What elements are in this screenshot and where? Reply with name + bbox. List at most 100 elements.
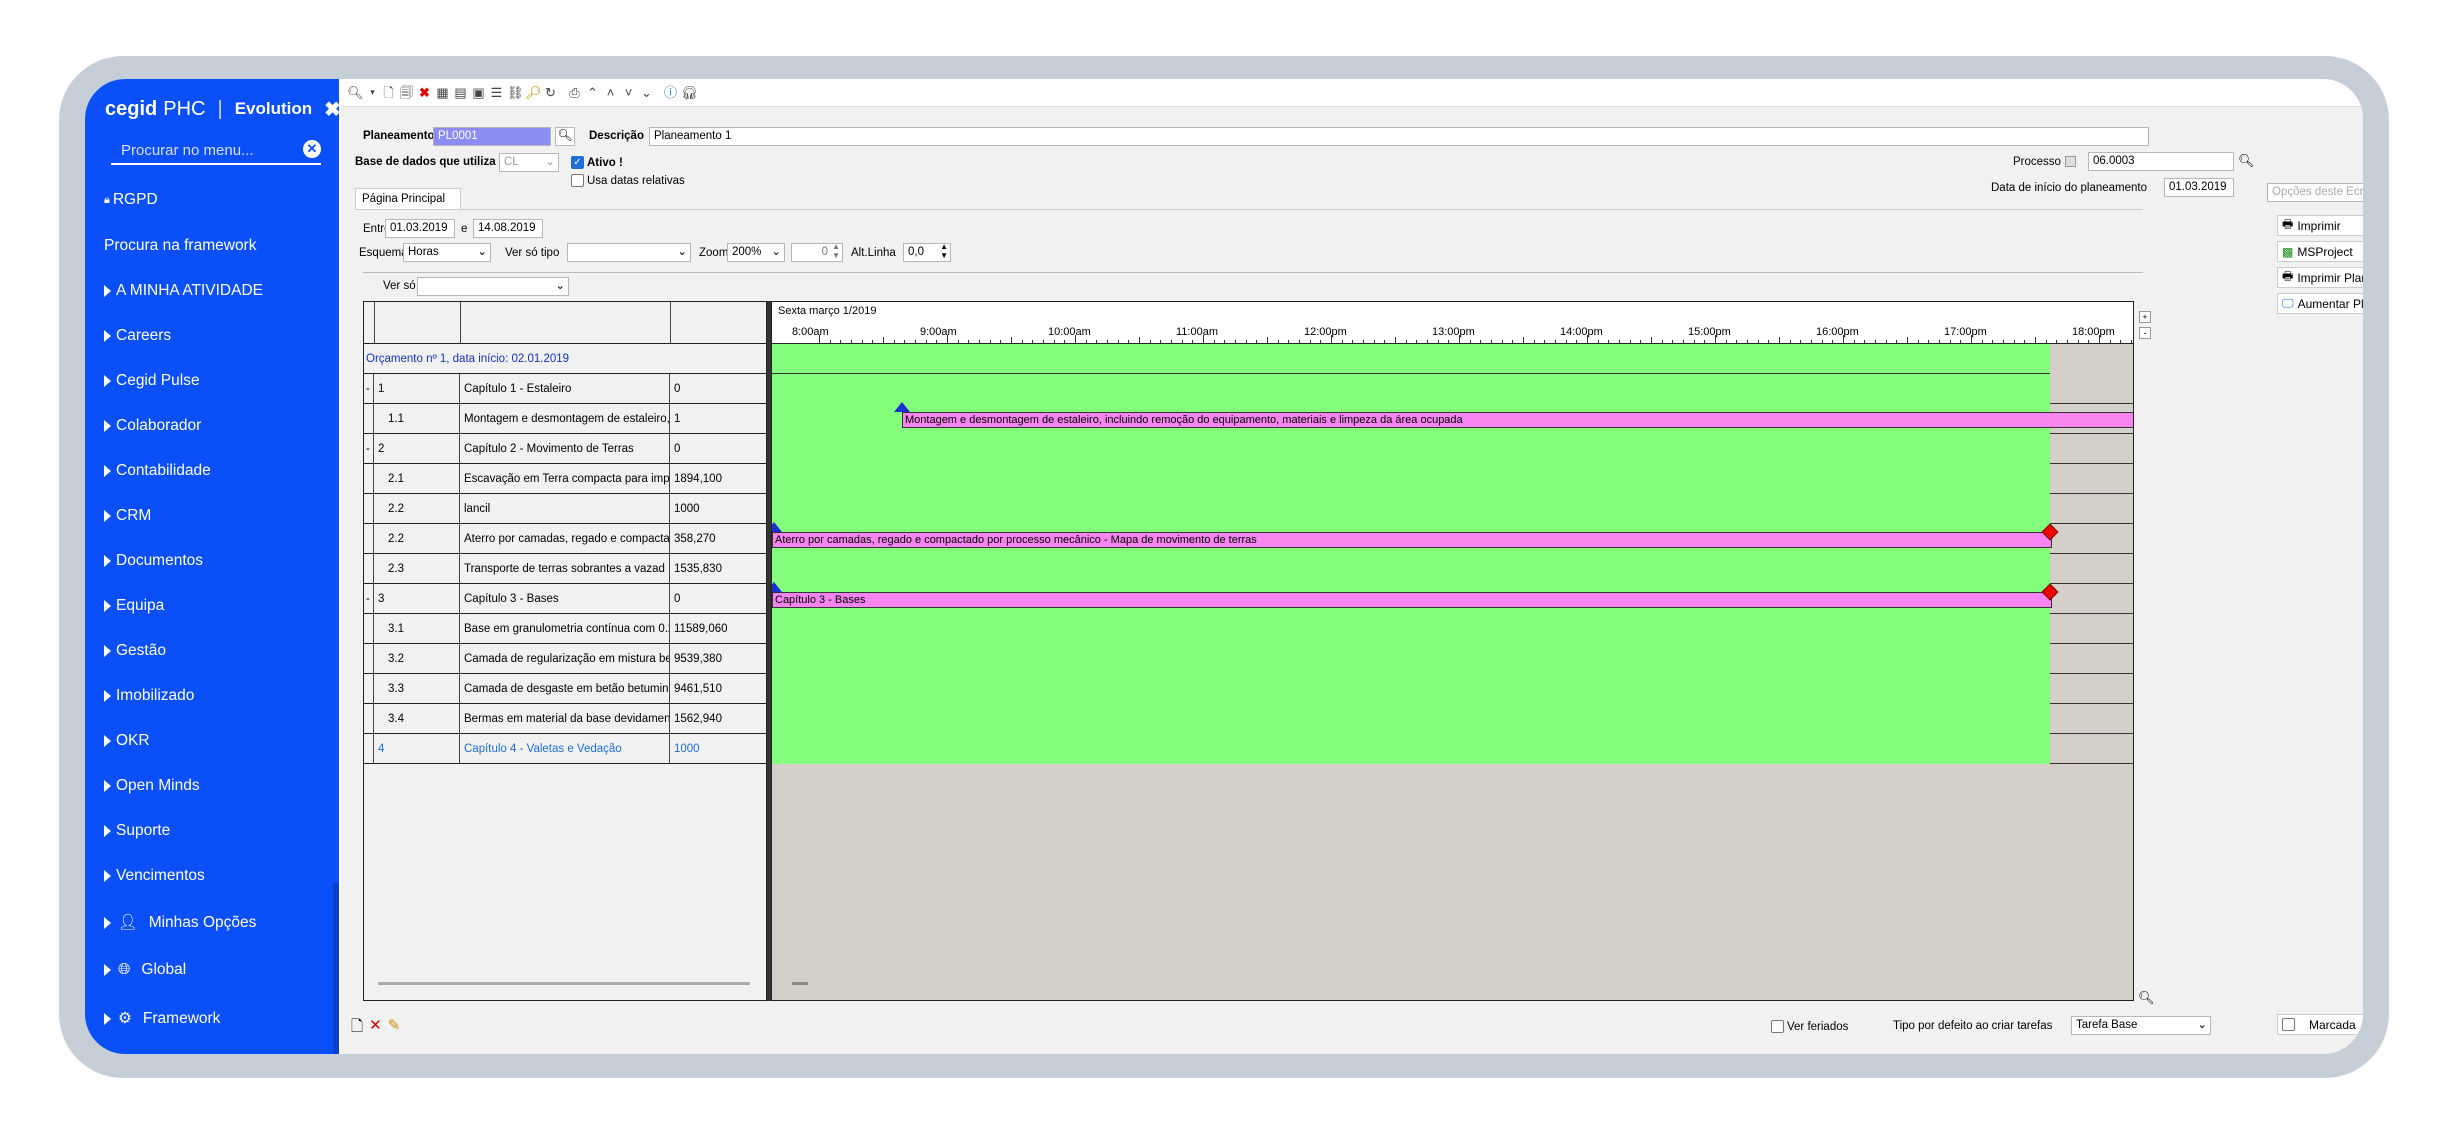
base-dados-select[interactable]: CL ⌄ xyxy=(499,153,559,172)
table-row[interactable]: 3.3 Camada de desgaste em betão betuminc 9… xyxy=(364,674,768,704)
processo-field[interactable]: 06.0003 xyxy=(2088,152,2234,171)
ver-feriados-checkbox[interactable] xyxy=(1771,1020,1784,1033)
expand-toggle[interactable] xyxy=(364,494,374,524)
new-document-icon[interactable]: 🗋 xyxy=(381,85,396,100)
delete-task-icon[interactable]: ✕ xyxy=(369,1016,382,1041)
expand-toggle[interactable] xyxy=(364,614,374,644)
search-input[interactable] xyxy=(111,137,291,159)
sidebar-item-framework[interactable]: ⚙︎ Framework xyxy=(104,1009,220,1028)
delete-icon[interactable]: ✖ xyxy=(417,85,432,100)
table-row[interactable]: 3.4 Bermas em material da base devidament… xyxy=(364,704,768,734)
task-start-marker[interactable] xyxy=(894,402,910,412)
aumentar-planeamento-button[interactable]: 🖵Aumentar Planeamento xyxy=(2277,293,2363,314)
tipo-defeito-select[interactable]: Tarefa Base ⌄ xyxy=(2071,1016,2211,1035)
sidebar-scrollbar[interactable] xyxy=(333,883,339,1054)
zoom-select[interactable]: 200% ⌄ xyxy=(727,243,785,262)
task-bar[interactable]: Aterro por camadas, regado e compactado … xyxy=(772,532,2052,548)
edit-task-icon[interactable]: ✎ xyxy=(388,1016,401,1041)
last-record-icon[interactable]: ⌄ xyxy=(639,85,654,100)
msproject-button[interactable]: ▩ MSProject xyxy=(2277,241,2363,262)
horizontal-scrollbar[interactable] xyxy=(378,982,750,985)
new-task-icon[interactable]: 🗋 xyxy=(351,1016,363,1041)
descricao-field[interactable]: Planeamento 1 xyxy=(649,127,2149,146)
close-icon[interactable]: ✖ xyxy=(324,97,341,122)
esquema-select[interactable]: Horas ⌄ xyxy=(403,243,491,262)
table-row[interactable]: 3.1 Base em granulometria contínua com 0.… xyxy=(364,614,768,644)
expand-toggle[interactable] xyxy=(364,554,374,584)
table-row[interactable]: 2.3 Transporte de terras sobrantes a vaza… xyxy=(364,554,768,584)
entre-field[interactable]: 01.03.2019 xyxy=(385,219,455,238)
expand-toggle[interactable] xyxy=(364,644,374,674)
spinner-icon[interactable]: ▲ ▼ xyxy=(832,244,840,260)
table-row[interactable]: -2 Capítulo 2 - Movimento de Terras 0 xyxy=(364,434,768,464)
summary-bar[interactable]: Capítulo 3 - Bases xyxy=(772,592,2052,608)
processo-checkbox[interactable] xyxy=(2065,156,2076,167)
expand-toggle[interactable] xyxy=(364,404,374,434)
sidebar-item-okr[interactable]: OKR xyxy=(104,732,150,750)
ativo-checkbox[interactable]: ✓ xyxy=(571,156,584,169)
ver-so-select[interactable]: ⌄ xyxy=(417,277,569,296)
sidebar-item-cegid-pulse[interactable]: Cegid Pulse xyxy=(104,372,200,390)
imprimir-button[interactable]: 🖶 Imprimir xyxy=(2277,215,2363,236)
sidebar-item-crm[interactable]: CRM xyxy=(104,507,151,525)
usa-datas-checkbox[interactable] xyxy=(571,174,584,187)
sidebar-item-documentos[interactable]: Documentos xyxy=(104,552,203,570)
gantt-scrollbar[interactable] xyxy=(792,982,808,985)
find-icon[interactable]: 🔎︎ xyxy=(525,85,542,100)
splitter[interactable] xyxy=(767,301,771,1001)
table-row[interactable]: 1.1 Montagem e desmontagem de estaleiro, 1 xyxy=(364,404,768,434)
copy-document-icon[interactable]: 🗐 xyxy=(399,85,414,100)
sidebar-item-vencimentos[interactable]: Vencimentos xyxy=(104,867,205,885)
expand-toggle[interactable] xyxy=(364,734,374,764)
table-row[interactable]: 2.2 lancil 1000 xyxy=(364,494,768,524)
expand-toggle[interactable]: - xyxy=(364,434,374,464)
zoom-spinner[interactable]: 0 ▲ ▼ xyxy=(791,243,843,262)
zoom-in-icon[interactable]: + xyxy=(2139,311,2151,323)
zoom-out-icon[interactable]: - xyxy=(2139,327,2151,339)
table-row[interactable]: 2.2 Aterro por camadas, regado e compacta… xyxy=(364,524,768,554)
budget-row[interactable]: Orçamento nº 1, data início: 02.01.2019 xyxy=(364,344,768,374)
first-record-icon[interactable]: ⌃ xyxy=(585,85,600,100)
refresh-icon[interactable]: ↻ xyxy=(543,85,558,100)
table-row[interactable]: 2.1 Escavação em Terra compacta para imp 1… xyxy=(364,464,768,494)
tab-pagina-principal[interactable]: Página Principal xyxy=(355,188,461,210)
form-icon[interactable]: ▣ xyxy=(471,85,486,100)
search-icon[interactable]: 🔍︎ xyxy=(347,85,364,100)
search-processo-icon[interactable]: 🔍︎ xyxy=(2238,153,2255,169)
sidebar-item-careers[interactable]: Careers xyxy=(104,327,171,345)
sidebar-item-open-minds[interactable]: Open Minds xyxy=(104,777,200,795)
previous-record-icon[interactable]: ˄ xyxy=(603,85,618,100)
table-row[interactable]: 4 Capítulo 4 - Valetas e Vedação 1000 xyxy=(364,734,768,764)
expand-toggle[interactable] xyxy=(364,524,374,554)
expand-toggle[interactable]: - xyxy=(364,584,374,614)
help-icon[interactable]: ⓘ xyxy=(663,85,678,100)
grid-icon[interactable]: ▤ xyxy=(453,85,468,100)
imprimir-planeamento-button[interactable]: 🖶Imprimir Planeamento xyxy=(2277,267,2363,288)
expand-toggle[interactable]: - xyxy=(364,374,374,404)
sidebar-item-global[interactable]: 🌐︎ Global xyxy=(104,961,186,979)
table-icon[interactable]: ▦ xyxy=(435,85,450,100)
sidebar-item-minha-atividade[interactable]: A MINHA ATIVIDADE xyxy=(104,282,263,300)
task-bar[interactable]: Montagem e desmontagem de estaleiro, inc… xyxy=(902,412,2133,428)
sidebar-item-minhas-opcoes[interactable]: 👤︎ Minhas Opções xyxy=(104,913,256,932)
expand-toggle[interactable] xyxy=(364,674,374,704)
expand-toggle[interactable] xyxy=(364,704,374,734)
hierarchy-icon[interactable]: ⛓ xyxy=(507,85,524,100)
sidebar-item-contabilidade[interactable]: Contabilidade xyxy=(104,462,211,480)
sidebar-item-equipa[interactable]: Equipa xyxy=(104,597,164,615)
marcada-checkbox[interactable] xyxy=(2282,1018,2295,1031)
search-gantt-icon[interactable]: 🔍︎ xyxy=(2138,990,2155,1006)
ver-so-tipo-select[interactable]: ⌄ xyxy=(567,243,691,262)
sidebar-item-rgpd[interactable]: 🔒︎ RGPD xyxy=(104,191,158,209)
planeamento-field[interactable]: PL0001 xyxy=(433,127,551,146)
search-planeamento-icon[interactable]: 🔍︎ xyxy=(555,127,575,146)
task-start-marker[interactable] xyxy=(772,582,782,592)
sidebar-item-colaborador[interactable]: Colaborador xyxy=(104,417,201,435)
support-icon[interactable]: 🎧︎ xyxy=(681,85,698,100)
clear-search-icon[interactable]: ✕ xyxy=(303,140,321,158)
next-record-icon[interactable]: ˅ xyxy=(621,85,636,100)
preview-icon[interactable]: ⎙ xyxy=(567,85,582,100)
sidebar-item-gestao[interactable]: Gestão xyxy=(104,642,166,660)
table-row[interactable]: 3.2 Camada de regularização em mistura be… xyxy=(364,644,768,674)
dropdown-icon[interactable]: ▾ xyxy=(365,85,380,100)
